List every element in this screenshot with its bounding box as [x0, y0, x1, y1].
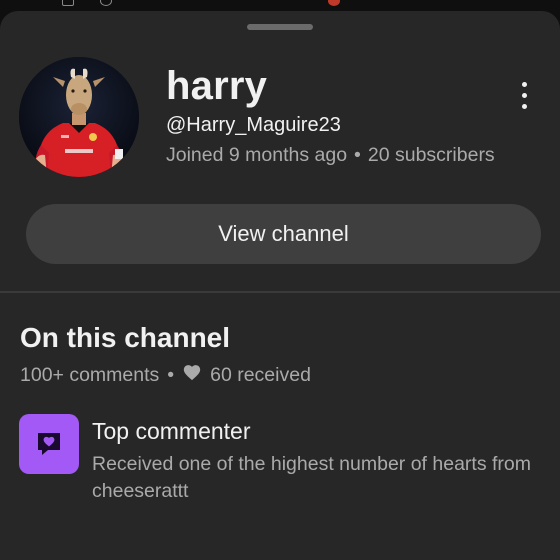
- status-bar-edge: [0, 0, 560, 10]
- channel-meta: Joined 9 months ago • 20 subscribers: [166, 144, 495, 167]
- more-vert-icon-dot: [521, 103, 527, 109]
- section-title: On this channel: [20, 322, 231, 353]
- status-icon: [62, 0, 74, 6]
- status-icon: [100, 0, 112, 6]
- meta-separator: •: [354, 144, 361, 166]
- view-channel-button[interactable]: View channel: [26, 204, 541, 264]
- heart-icon: [182, 363, 202, 387]
- profile-photo: [19, 57, 139, 177]
- more-vert-icon-dot: [521, 92, 527, 98]
- section-divider: [0, 291, 560, 293]
- channel-name: harry: [166, 64, 268, 108]
- channel-handle: @Harry_Maguire23: [166, 114, 341, 136]
- badge-title: Top commenter: [92, 418, 251, 444]
- sheet-drag-handle[interactable]: [247, 24, 313, 30]
- channel-preview-sheet: harry @Harry_Maguire23 Joined 9 months a…: [0, 11, 560, 560]
- joined-date: Joined 9 months ago: [166, 144, 348, 166]
- badge-description: Received one of the highest number of he…: [92, 453, 531, 502]
- avatar[interactable]: [19, 57, 139, 177]
- more-vert-icon: [521, 81, 527, 87]
- heart-comment-icon: [38, 433, 60, 455]
- stats-separator: •: [167, 363, 175, 386]
- status-icon: [328, 0, 340, 6]
- screen: harry @Harry_Maguire23 Joined 9 months a…: [0, 0, 560, 560]
- top-commenter-badge: [19, 414, 79, 474]
- more-options-button[interactable]: [508, 75, 540, 115]
- channel-stats: 100+ comments • 60 received: [20, 363, 311, 387]
- hearts-received: 60 received: [210, 363, 311, 386]
- comment-count: 100+ comments: [20, 363, 160, 386]
- subscriber-count: 20 subscribers: [367, 144, 495, 166]
